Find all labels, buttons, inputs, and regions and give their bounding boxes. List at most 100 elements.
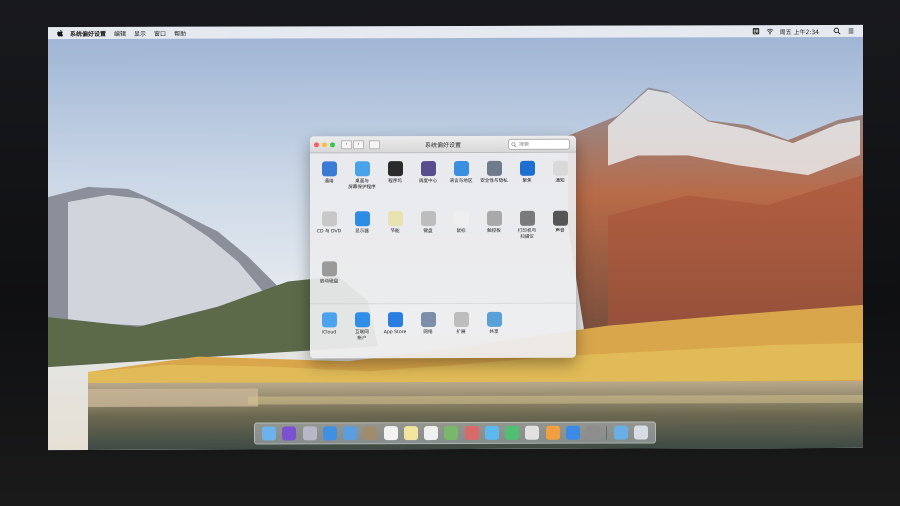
general-icon	[321, 161, 337, 177]
launchpad-icon[interactable]	[302, 426, 317, 441]
ibooks-icon[interactable]	[545, 425, 560, 440]
notifications-icon	[552, 160, 568, 176]
pref-pane-label: 扩展	[456, 329, 466, 335]
pref-pane-label: 鼠标	[456, 228, 466, 234]
trash-icon[interactable]	[633, 425, 648, 440]
pane-row: 通用 桌面与 屏幕保护程序 程序坞 调度中心 语言与地区 安全性与隐私 聚焦 通知	[310, 153, 576, 204]
pref-pane-label: 通用	[324, 179, 334, 185]
search-icon	[511, 141, 517, 147]
pref-pane-label: 通知	[555, 178, 565, 184]
system-preferences-window: ‹ › 系统偏好设置 搜索 通用 桌面与 屏幕保护程序 程序坞 调度中心 语言与地区 安全…	[310, 135, 576, 359]
pref-pane-internet-accounts[interactable]: 互联网 帐户	[345, 312, 379, 341]
pane-row: iCloud 互联网 帐户 App Store 网络 扩展 共享	[310, 302, 576, 355]
security-icon	[486, 160, 502, 176]
reminders-icon[interactable]	[424, 426, 439, 441]
pref-pane-label: 程序坞	[388, 179, 402, 185]
pref-pane-security[interactable]: 安全性与隐私	[477, 160, 511, 185]
pref-pane-spotlight[interactable]: 聚焦	[510, 160, 544, 185]
pref-pane-displays[interactable]: 显示器	[345, 211, 379, 235]
siri-icon[interactable]	[282, 426, 297, 441]
pref-pane-label: 显示器	[355, 229, 369, 235]
menu-app-name[interactable]: 系统偏好设置	[70, 28, 106, 37]
calendar-icon[interactable]	[383, 426, 398, 441]
pref-pane-dock[interactable]: 程序坞	[378, 161, 412, 185]
app-store-icon	[387, 312, 403, 328]
pref-pane-icloud[interactable]: iCloud	[312, 312, 346, 336]
pref-pane-keyboard[interactable]: 键盘	[411, 211, 445, 235]
pref-pane-label: 打印机与 扫描仪	[517, 228, 537, 240]
spotlight-icon	[519, 160, 535, 176]
itunes-icon[interactable]	[525, 425, 540, 440]
pref-pane-mouse[interactable]: 鼠标	[444, 210, 478, 235]
pref-pane-desktop[interactable]: 桌面与 屏幕保护程序	[345, 161, 379, 190]
pref-pane-cd[interactable]: CD 与 DVD	[312, 211, 346, 235]
pref-pane-label: 调度中心	[418, 179, 438, 185]
pref-pane-label: CD 与 DVD	[316, 229, 342, 235]
pref-pane-app-store[interactable]: App Store	[378, 312, 412, 336]
pref-pane-network[interactable]: 网络	[411, 312, 445, 336]
notes-icon[interactable]	[403, 426, 418, 441]
desktop-icon	[354, 161, 370, 177]
messages-icon[interactable]	[484, 425, 499, 440]
contacts-icon[interactable]	[363, 426, 378, 441]
pref-pane-label: 语言与地区	[449, 178, 473, 185]
cd-icon	[321, 211, 337, 227]
pref-pane-mission-control[interactable]: 调度中心	[411, 161, 445, 185]
sound-icon	[552, 210, 568, 226]
pref-pane-label: 键盘	[423, 229, 433, 235]
pref-pane-label: 共享	[489, 329, 499, 335]
pref-pane-energy[interactable]: 节能	[378, 211, 412, 235]
pref-pane-sharing[interactable]: 共享	[477, 311, 511, 336]
keyboard-icon	[420, 211, 436, 227]
menu-window[interactable]: 窗口	[154, 28, 166, 37]
facetime-icon[interactable]	[505, 425, 520, 440]
pane-row: 启动磁盘	[310, 253, 576, 304]
dock	[254, 421, 656, 445]
input-method-icon[interactable]: 拼	[752, 27, 760, 35]
pref-pane-sound[interactable]: 声音	[543, 210, 576, 235]
pref-pane-label: iCloud	[321, 330, 337, 336]
search-field[interactable]: 搜索	[508, 138, 570, 150]
pref-pane-startup-disk[interactable]: 启动磁盘	[312, 261, 346, 285]
notification-center-icon[interactable]	[847, 27, 855, 35]
menu-edit[interactable]: 编辑	[114, 28, 126, 37]
internet-accounts-icon	[354, 312, 370, 328]
apple-menu-icon[interactable]	[56, 29, 64, 37]
pref-pane-label: 节能	[390, 229, 400, 235]
system-preferences-icon[interactable]	[586, 425, 601, 440]
search-placeholder: 搜索	[519, 141, 530, 148]
window-titlebar[interactable]: ‹ › 系统偏好设置 搜索	[310, 135, 576, 154]
finder-icon[interactable]	[262, 426, 277, 441]
downloads-icon[interactable]	[613, 425, 628, 440]
menu-view[interactable]: 显示	[134, 28, 146, 37]
app-store-icon[interactable]	[565, 425, 580, 440]
pref-pane-label: 聚焦	[522, 178, 532, 184]
pref-pane-general[interactable]: 通用	[312, 161, 346, 185]
language-icon	[453, 160, 469, 177]
pref-pane-label: 声音	[555, 228, 565, 234]
menu-clock[interactable]: 周五 上午2:34	[780, 27, 819, 36]
mission-control-icon	[420, 161, 436, 177]
pref-pane-label: 网络	[423, 330, 433, 336]
wifi-icon[interactable]	[766, 27, 774, 35]
maps-icon[interactable]	[444, 425, 459, 441]
icloud-icon	[321, 312, 337, 328]
pref-pane-extensions[interactable]: 扩展	[444, 311, 478, 336]
pref-pane-language[interactable]: 语言与地区	[444, 160, 478, 185]
sharing-icon	[486, 311, 502, 327]
pref-pane-label: App Store	[383, 330, 407, 336]
photos-icon[interactable]	[343, 426, 358, 441]
extensions-icon	[453, 311, 469, 328]
preference-panes: 通用 桌面与 屏幕保护程序 程序坞 调度中心 语言与地区 安全性与隐私 聚焦 通知 CD 与 D…	[310, 153, 576, 359]
pref-pane-printer[interactable]: 打印机与 扫描仪	[510, 210, 544, 240]
menu-help[interactable]: 帮助	[174, 28, 186, 37]
desktop-screen: 系统偏好设置 编辑 显示 窗口 帮助 拼 周五 上午2:34 ‹ › 系统偏好设…	[48, 24, 863, 451]
photo-booth-icon[interactable]	[464, 425, 479, 440]
pref-pane-label: 启动磁盘	[319, 279, 339, 285]
pref-pane-notifications[interactable]: 通知	[543, 160, 576, 185]
pref-pane-label: 互联网 帐户	[355, 330, 369, 341]
pref-pane-trackpad[interactable]: 触控板	[477, 210, 511, 235]
spotlight-search-icon[interactable]	[833, 27, 841, 35]
safari-icon[interactable]	[322, 426, 337, 441]
pref-pane-label: 触控板	[487, 228, 501, 234]
